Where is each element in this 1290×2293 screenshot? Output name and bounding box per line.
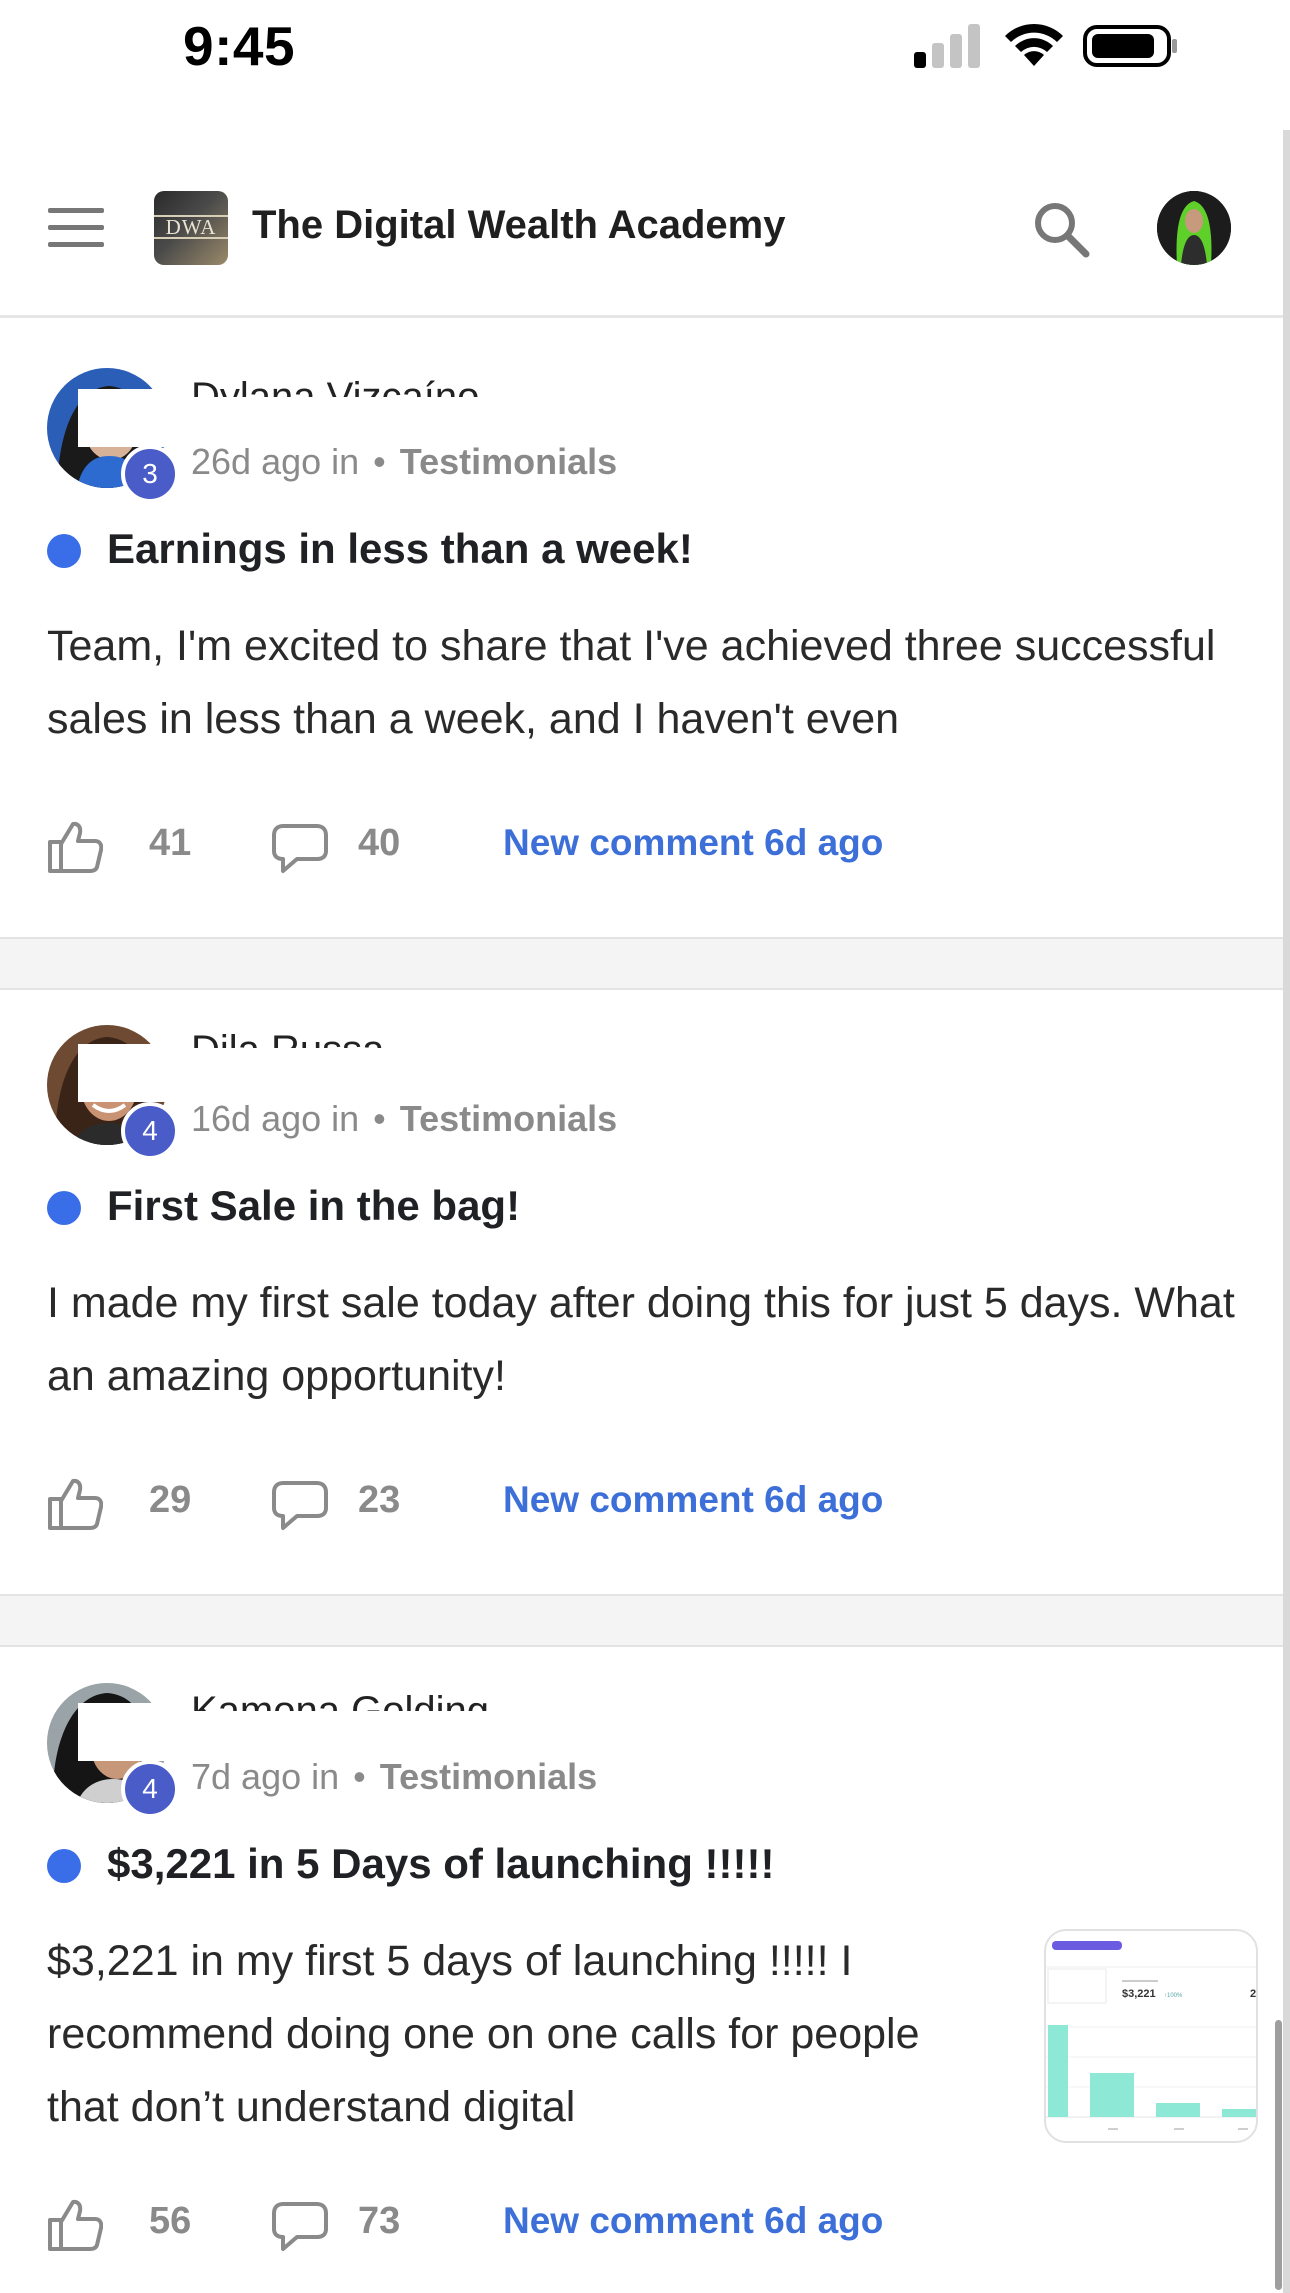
like-icon[interactable]: [47, 2198, 103, 2252]
time-ago: 7d ago in: [191, 1756, 340, 1797]
app-header: DWA The Digital Wealth Academy: [0, 158, 1290, 318]
post-divider: [0, 1594, 1283, 1647]
post-card[interactable]: 3 Dylana Vizcaíno 26d ago in • Testimoni…: [0, 331, 1283, 937]
comment-count: 40: [358, 822, 401, 864]
post-actions: 41 40 New comment 6d ago: [47, 816, 1197, 876]
status-time: 9:45: [183, 15, 296, 77]
comment-count: 73: [358, 2200, 401, 2242]
cellular-signal-icon: [914, 24, 980, 68]
search-icon[interactable]: [1030, 198, 1092, 260]
post-meta: 16d ago in • Testimonials: [191, 1098, 617, 1140]
comment-icon[interactable]: [271, 822, 329, 874]
post-meta: 26d ago in • Testimonials: [191, 441, 617, 483]
meta-separator: •: [373, 1098, 386, 1139]
community-title[interactable]: The Digital Wealth Academy: [252, 203, 785, 248]
page-edge: [1283, 130, 1290, 2293]
thumbnail-change: ↑100%: [1164, 1993, 1183, 1999]
author-name[interactable]: Dila Russa: [191, 1028, 384, 1048]
meta-separator: •: [373, 441, 386, 482]
post-actions: 56 73 New comment 6d ago: [47, 2194, 1197, 2254]
new-comment-link[interactable]: New comment 6d ago: [503, 2200, 883, 2242]
revenue-chart-image: $3,221 ↑100% 2: [1046, 1941, 1256, 2130]
thumbnail-edge-text: 2: [1250, 1988, 1256, 2000]
author-avatar-redaction: [78, 389, 228, 447]
category-link[interactable]: Testimonials: [400, 441, 617, 482]
scrollbar-thumb[interactable]: [1275, 2020, 1282, 2290]
post-body[interactable]: $3,221 in my first 5 days of launching !…: [47, 1925, 997, 2144]
post-title[interactable]: First Sale in the bag!: [107, 1182, 520, 1230]
post-actions: 29 23 New comment 6d ago: [47, 1473, 1197, 1533]
like-count: 29: [149, 1479, 192, 1521]
comment-icon[interactable]: [271, 2200, 329, 2252]
post-meta: 7d ago in • Testimonials: [191, 1756, 597, 1798]
post-title[interactable]: $3,221 in 5 Days of launching !!!!!: [107, 1840, 774, 1888]
status-bar: 9:45: [0, 0, 1290, 95]
author-name[interactable]: Dylana Vizcaíno: [191, 375, 479, 397]
post-card[interactable]: 4 Kamona Golding 7d ago in • Testimonial…: [0, 1647, 1283, 2293]
meta-separator: •: [353, 1756, 366, 1797]
post-card[interactable]: 4 Dila Russa 16d ago in • Testimonials F…: [0, 990, 1283, 1594]
unread-dot: [47, 534, 81, 568]
post-body[interactable]: Team, I'm excited to share that I've ach…: [47, 610, 1267, 756]
hamburger-menu-icon[interactable]: [48, 208, 104, 252]
profile-avatar[interactable]: [1157, 191, 1231, 265]
unread-dot: [47, 1191, 81, 1225]
level-badge: 4: [121, 1760, 179, 1818]
author-avatar-redaction: [78, 1044, 228, 1102]
post-title[interactable]: Earnings in less than a week!: [107, 525, 693, 573]
like-count: 56: [149, 2200, 192, 2242]
level-badge: 3: [121, 445, 179, 503]
new-comment-link[interactable]: New comment 6d ago: [503, 1479, 883, 1521]
post-divider: [0, 937, 1283, 990]
new-comment-link[interactable]: New comment 6d ago: [503, 822, 883, 864]
battery-icon: [1083, 25, 1177, 67]
like-icon[interactable]: [47, 1477, 103, 1531]
like-icon[interactable]: [47, 820, 103, 874]
post-image-thumbnail[interactable]: $3,221 ↑100% 2: [1044, 1929, 1258, 2143]
unread-dot: [47, 1849, 81, 1883]
comment-count: 23: [358, 1479, 401, 1521]
author-name[interactable]: Kamona Golding: [191, 1689, 489, 1711]
post-body[interactable]: I made my first sale today after doing t…: [47, 1267, 1267, 1413]
time-ago: 26d ago in: [191, 441, 360, 482]
comment-icon[interactable]: [271, 1479, 329, 1531]
community-logo[interactable]: DWA: [154, 191, 228, 265]
level-badge: 4: [121, 1102, 179, 1160]
time-ago: 16d ago in: [191, 1098, 360, 1139]
author-avatar-redaction: [78, 1703, 228, 1761]
wifi-icon: [1005, 23, 1063, 66]
logo-text: DWA: [154, 215, 228, 239]
like-count: 41: [149, 822, 192, 864]
category-link[interactable]: Testimonials: [380, 1756, 597, 1797]
thumbnail-amount: $3,221: [1122, 1988, 1156, 2000]
category-link[interactable]: Testimonials: [400, 1098, 617, 1139]
